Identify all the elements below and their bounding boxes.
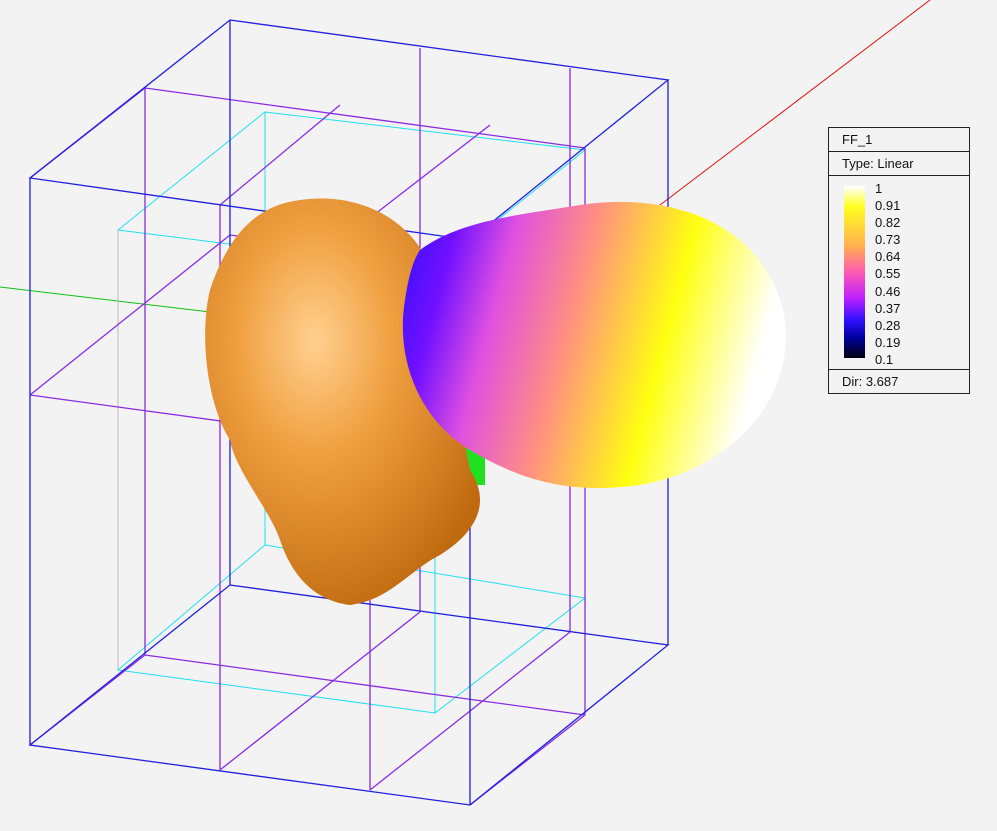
legend-tick: 0.28 bbox=[875, 317, 901, 333]
legend-scale: 1 0.91 0.82 0.73 0.64 0.55 0.46 0.37 0.2… bbox=[829, 176, 969, 370]
y-axis-line bbox=[0, 286, 211, 313]
legend-directivity: Dir: 3.687 bbox=[842, 374, 899, 389]
legend-tick: 0.73 bbox=[875, 232, 901, 248]
legend-tick: 0.55 bbox=[875, 266, 901, 282]
legend-tick: 0.37 bbox=[875, 300, 901, 316]
legend-tick: 1 bbox=[875, 181, 883, 196]
legend-tick: 0.91 bbox=[875, 198, 901, 214]
legend-tick: 0.1 bbox=[875, 351, 894, 367]
legend-tick: 0.82 bbox=[875, 215, 901, 231]
color-legend: FF_1 Type: Linear 1 0.91 0.82 0.73 0.64 … bbox=[828, 127, 970, 394]
legend-type: Type: Linear bbox=[829, 152, 969, 176]
legend-tick: 0.64 bbox=[875, 249, 901, 265]
legend-tick: 0.46 bbox=[875, 283, 901, 299]
legend-title: FF_1 bbox=[829, 128, 969, 152]
3d-viewport[interactable]: FF_1 Type: Linear 1 0.91 0.82 0.73 0.64 … bbox=[0, 0, 997, 831]
scene-canvas[interactable] bbox=[0, 0, 997, 831]
color-bar bbox=[844, 186, 865, 358]
legend-tick: 0.19 bbox=[875, 334, 901, 350]
